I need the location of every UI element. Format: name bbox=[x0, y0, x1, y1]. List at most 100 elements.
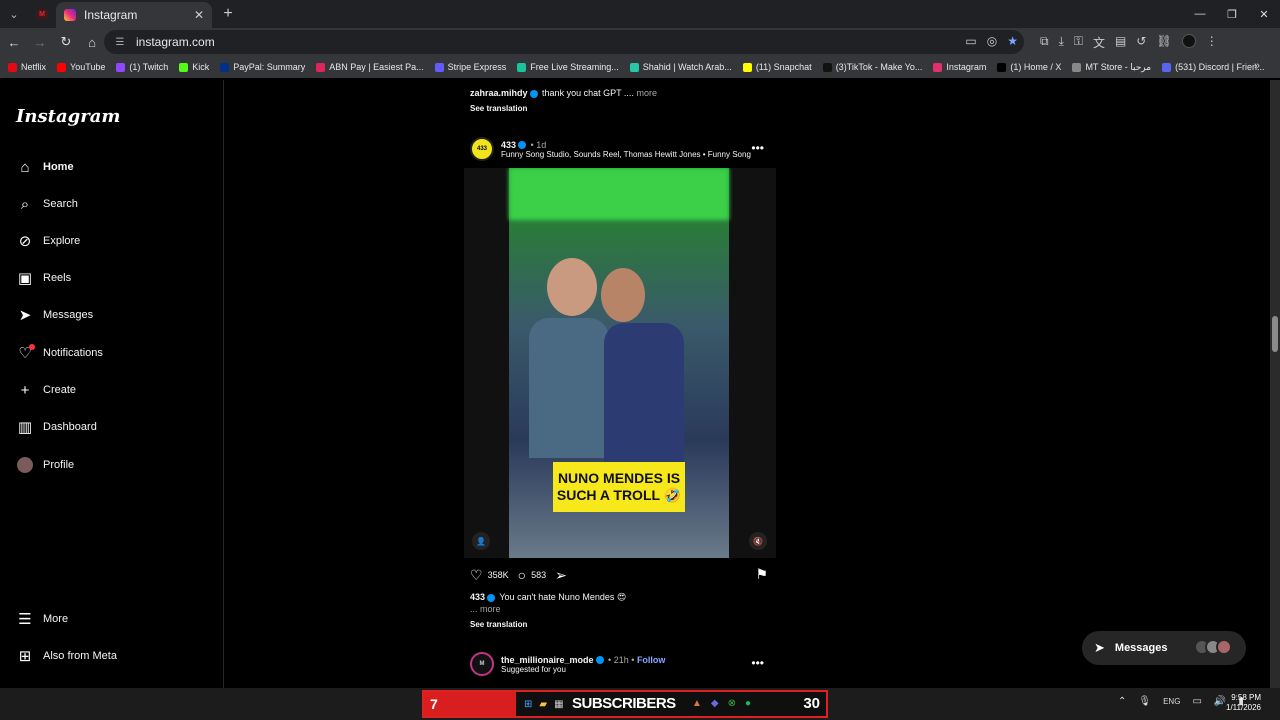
forward-button[interactable]: → bbox=[28, 30, 52, 54]
bookmark-item[interactable]: Instagram bbox=[933, 62, 986, 72]
file-explorer-icon[interactable]: ▰ bbox=[539, 699, 547, 710]
bookmark-item[interactable]: Netflix bbox=[8, 62, 46, 72]
avatar[interactable]: M bbox=[470, 652, 494, 676]
sidebar-item-explore[interactable]: ⊘ Explore bbox=[16, 227, 81, 255]
messages-pill-label: Messages bbox=[1114, 642, 1168, 654]
bookmarks-overflow-icon[interactable]: » bbox=[1254, 60, 1260, 72]
bookmark-item[interactable]: PayPal: Summary bbox=[220, 62, 305, 72]
comment-icon[interactable]: ○ bbox=[518, 567, 526, 583]
sidebar-item-search[interactable]: ⌕ Search bbox=[16, 190, 78, 218]
post-audio[interactable]: Funny Song Studio, Sounds Reel, Thomas H… bbox=[501, 150, 751, 159]
history-icon[interactable]: ↺ bbox=[1136, 34, 1146, 51]
windows-start-icon[interactable]: ⊞ bbox=[524, 699, 532, 710]
site-info-icon[interactable]: ☰ bbox=[114, 36, 126, 48]
prev-post-username[interactable]: zahraa.mihdy bbox=[470, 88, 528, 98]
download-icon[interactable]: ⤓ bbox=[1059, 34, 1064, 51]
bookmark-favicon-icon bbox=[933, 62, 943, 72]
mute-icon[interactable]: 🔇 bbox=[749, 532, 767, 550]
avatar bbox=[17, 457, 33, 473]
clock-time: 9:58 PM bbox=[1231, 693, 1261, 702]
sidebar-item-notifications[interactable]: ♡ Notifications bbox=[16, 339, 103, 367]
language-indicator[interactable]: ENG bbox=[1163, 697, 1180, 706]
microphone-icon[interactable]: 🎙 bbox=[1138, 696, 1151, 707]
sidebar-item-reels[interactable]: ▣ Reels bbox=[16, 264, 71, 292]
post-media[interactable]: NUNO MENDES IS SUCH A TROLL 🤣 👤 🔇 bbox=[464, 168, 776, 558]
post-username[interactable]: 433 bbox=[501, 140, 516, 150]
app-icon[interactable]: ◆ bbox=[711, 698, 719, 709]
spotify-icon[interactable]: ● bbox=[745, 698, 751, 709]
caption-username[interactable]: 433 bbox=[470, 592, 485, 602]
link-icon[interactable]: ⛓ bbox=[1156, 34, 1171, 51]
password-key-icon[interactable]: ⚿ bbox=[1074, 34, 1083, 51]
sidebar-item-dashboard[interactable]: ▥ Dashboard bbox=[16, 413, 97, 441]
network-icon[interactable]: ▭ bbox=[1192, 696, 1201, 707]
post-options-icon[interactable]: ••• bbox=[751, 656, 764, 670]
translate-icon[interactable]: 文 bbox=[1093, 34, 1105, 51]
sidebar-item-home[interactable]: ⌂ Home bbox=[16, 153, 73, 181]
xbox-icon[interactable]: ⊗ bbox=[728, 698, 736, 709]
share-icon[interactable]: ➢ bbox=[555, 567, 567, 584]
messages-pill[interactable]: ➤ Messages bbox=[1082, 631, 1246, 665]
bookmark-item[interactable]: (3)TikTok - Make Yo... bbox=[822, 62, 922, 72]
bookmark-item[interactable]: YouTube bbox=[57, 62, 105, 72]
bookmark-item[interactable]: Stripe Express bbox=[434, 62, 506, 72]
like-count[interactable]: 358K bbox=[488, 570, 509, 580]
tab-instagram[interactable]: Instagram ✕ bbox=[56, 2, 212, 28]
home-button[interactable]: ⌂ bbox=[80, 30, 104, 54]
tab-close-icon[interactable]: ✕ bbox=[194, 8, 204, 22]
taskbar-clock[interactable]: 9:58 PM 1/11/2026 bbox=[1226, 693, 1261, 713]
bookmark-item[interactable]: Kick bbox=[179, 62, 209, 72]
close-window-button[interactable]: ✕ bbox=[1248, 0, 1280, 28]
post-options-icon[interactable]: ••• bbox=[751, 141, 764, 155]
install-app-icon[interactable]: ▭ bbox=[965, 34, 976, 48]
sidebar-item-also-from-meta[interactable]: ⊞ Also from Meta bbox=[16, 642, 117, 670]
browser-menu-icon[interactable]: ⋮ bbox=[1206, 34, 1218, 51]
bookmark-item[interactable]: (531) Discord | Frien... bbox=[1162, 62, 1264, 72]
bookmark-item[interactable]: (1) Twitch bbox=[116, 62, 168, 72]
see-translation-link[interactable]: See translation bbox=[470, 620, 527, 629]
avatar[interactable]: 433 bbox=[470, 137, 494, 161]
bookmark-item[interactable]: Free Live Streaming... bbox=[517, 62, 619, 72]
tab-search-button[interactable]: ⌄ bbox=[4, 4, 24, 24]
comment-count[interactable]: 583 bbox=[531, 570, 546, 580]
verified-icon bbox=[487, 593, 496, 602]
prev-post-more-link[interactable]: more bbox=[636, 88, 657, 98]
bookmark-star-icon[interactable]: ★ bbox=[1007, 34, 1018, 48]
bookmark-item[interactable]: Shahid | Watch Arab... bbox=[629, 62, 732, 72]
follow-button[interactable]: Follow bbox=[637, 655, 666, 665]
payment-card-icon[interactable]: ▤ bbox=[1115, 34, 1126, 51]
address-bar[interactable]: ☰ instagram.com ▭ ◎ ★ bbox=[104, 30, 1024, 54]
calculator-icon[interactable]: ▦ bbox=[554, 699, 563, 710]
tracking-eye-icon[interactable]: ◎ bbox=[987, 34, 997, 48]
pinned-tab[interactable]: M bbox=[30, 3, 54, 25]
bookmark-item[interactable]: ABN Pay | Easiest Pa... bbox=[316, 62, 424, 72]
restore-button[interactable]: ❐ bbox=[1216, 0, 1248, 28]
app-icon[interactable]: ▲ bbox=[692, 698, 702, 709]
sidebar-item-messages[interactable]: ➤ Messages bbox=[16, 301, 93, 329]
prev-post-see-translation[interactable]: See translation bbox=[470, 104, 527, 113]
back-button[interactable]: ← bbox=[2, 30, 26, 54]
browser-profile-avatar[interactable] bbox=[1181, 34, 1196, 48]
next-post-username[interactable]: the_millionaire_mode bbox=[501, 655, 594, 665]
bookmark-item[interactable]: MT Store - مرحبا bbox=[1072, 62, 1151, 73]
extensions-icon[interactable]: ⧉ bbox=[1040, 34, 1049, 51]
instagram-favicon-icon bbox=[64, 9, 76, 21]
sidebar-item-more[interactable]: ☰ More bbox=[16, 605, 68, 633]
bookmark-item[interactable]: (11) Snapchat bbox=[742, 62, 812, 72]
save-icon[interactable]: ⚑ bbox=[755, 566, 768, 583]
tagged-user-icon[interactable]: 👤 bbox=[472, 532, 490, 550]
new-tab-button[interactable]: + bbox=[218, 4, 238, 24]
instagram-logo[interactable]: Instagram bbox=[16, 106, 120, 127]
volume-icon[interactable]: 🔊 bbox=[1214, 696, 1226, 707]
reload-button[interactable]: ↻ bbox=[54, 30, 78, 54]
sidebar-item-profile[interactable]: Profile bbox=[16, 451, 74, 479]
like-icon[interactable]: ♡ bbox=[470, 567, 483, 584]
bookmark-item[interactable]: (1) Home / X bbox=[997, 62, 1061, 72]
page-scrollbar[interactable] bbox=[1270, 80, 1280, 688]
sidebar-item-create[interactable]: + Create bbox=[16, 376, 76, 404]
minimize-button[interactable]: — bbox=[1184, 0, 1216, 28]
scrollbar-thumb[interactable] bbox=[1272, 316, 1278, 352]
caption-more-link[interactable]: ... more bbox=[470, 604, 501, 614]
tray-chevron-icon[interactable]: ⌃ bbox=[1118, 696, 1126, 707]
bookmark-label: PayPal: Summary bbox=[233, 62, 306, 72]
